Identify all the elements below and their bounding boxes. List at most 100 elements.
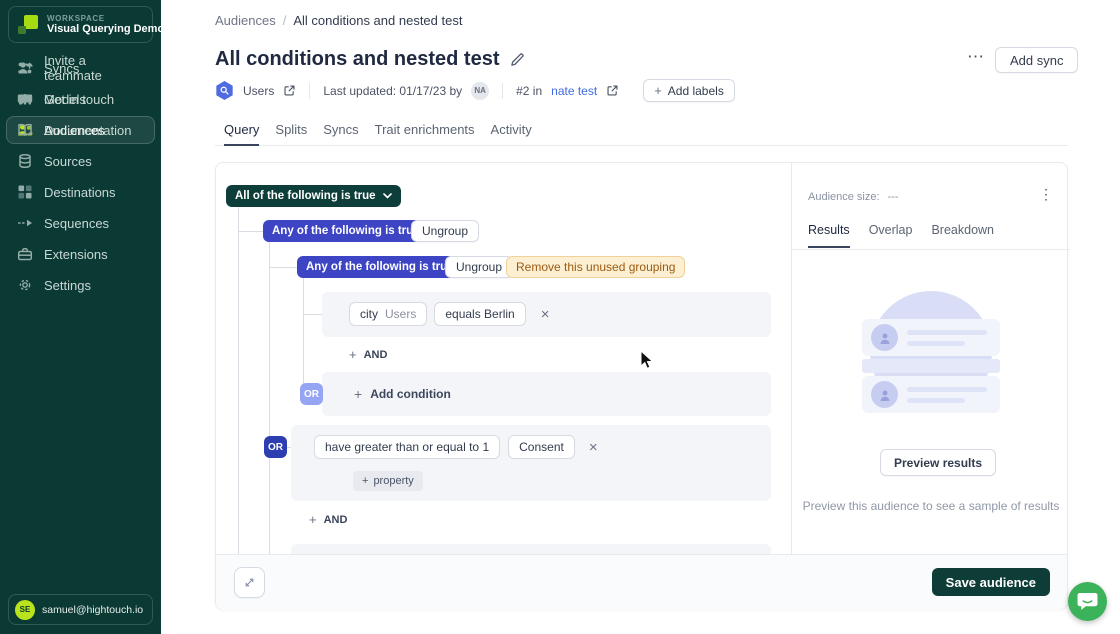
tree-line <box>303 278 304 394</box>
sidebar-item-label: Invite a teammate <box>44 53 144 83</box>
parent-model-name: Users <box>243 84 274 98</box>
sidebar-item-get-in-touch[interactable]: Get in touch <box>6 85 155 113</box>
panel-menu-button[interactable]: ⋮ <box>1039 187 1053 202</box>
user-email: samuel@hightouch.io <box>42 604 143 616</box>
add-sync-button[interactable]: Add sync <box>995 47 1078 73</box>
tree-line <box>303 314 322 315</box>
external-link-icon[interactable] <box>606 84 619 97</box>
or-badge: OR <box>264 436 287 458</box>
sidebar-item-label: Documentation <box>44 123 131 138</box>
tree-line <box>269 242 270 554</box>
audience-size-label: Audience size: <box>808 191 880 203</box>
add-labels-button[interactable]: + Add labels <box>643 79 735 102</box>
edit-pencil-icon[interactable] <box>510 52 525 67</box>
tree-line <box>238 206 239 554</box>
external-link-icon[interactable] <box>283 84 296 97</box>
user-account-menu[interactable]: SE samuel@hightouch.io <box>8 594 153 625</box>
breadcrumb-audiences-link[interactable]: Audiences <box>215 13 276 28</box>
tab-activity[interactable]: Activity <box>491 122 532 145</box>
folder-link[interactable]: nate test <box>551 84 597 98</box>
save-audience-button[interactable]: Save audience <box>932 568 1050 596</box>
query-card: All of the following is true Any of the … <box>215 162 1068 610</box>
sidebar: WORKSPACE Visual Querying Demo Syncs Mod… <box>0 0 161 634</box>
updater-avatar: NA <box>471 82 489 100</box>
breadcrumb: Audiences / All conditions and nested te… <box>215 13 462 28</box>
illustration-user-card <box>862 319 1000 356</box>
remove-condition-icon[interactable]: × <box>589 440 598 455</box>
priority-position-text: #2 in <box>516 84 542 98</box>
last-updated-text: Last updated: 01/17/23 by <box>323 84 462 98</box>
sidebar-footer-nav: Invite a teammate Get in touch Documenta… <box>0 51 161 590</box>
tab-splits[interactable]: Splits <box>275 122 307 145</box>
workspace-switcher[interactable]: WORKSPACE Visual Querying Demo <box>8 6 153 43</box>
add-and-condition-button[interactable]: + AND <box>309 512 347 527</box>
sidebar-item-invite-teammate[interactable]: Invite a teammate <box>6 54 155 82</box>
audience-tabs: Query Splits Syncs Trait enrichments Act… <box>215 122 1068 146</box>
model-query-badge-icon <box>215 81 234 100</box>
hightouch-logo-icon <box>17 14 39 36</box>
workspace-name: Visual Querying Demo <box>47 23 164 36</box>
root-group-operator-dropdown[interactable]: All of the following is true <box>226 185 401 207</box>
person-icon <box>871 324 898 351</box>
plus-icon: + <box>349 347 357 362</box>
condition-operator-pill[interactable]: have greater than or equal to 1 <box>314 435 500 459</box>
expand-editor-button[interactable] <box>234 567 265 598</box>
condition-operator-pill[interactable]: equals Berlin <box>434 302 525 326</box>
illustration-band <box>862 359 1000 373</box>
main-content: Audiences / All conditions and nested te… <box>161 0 1120 634</box>
workspace-label: WORKSPACE <box>47 14 164 23</box>
remove-condition-icon[interactable]: × <box>541 307 550 322</box>
invite-teammate-icon <box>17 60 33 76</box>
tab-syncs[interactable]: Syncs <box>323 122 358 145</box>
condition-row-clipped <box>291 544 771 554</box>
ungroup-button[interactable]: Ungroup <box>411 220 479 242</box>
divider <box>502 83 503 99</box>
chevron-down-icon <box>383 193 392 199</box>
tree-line <box>269 267 297 268</box>
divider <box>309 83 310 99</box>
or-badge: OR <box>300 383 323 405</box>
plus-icon: + <box>362 475 368 487</box>
sidebar-item-label: Get in touch <box>44 92 114 107</box>
illustration-user-card <box>862 376 1000 413</box>
results-tabs: Results Overlap Breakdown <box>808 223 994 248</box>
plus-icon: + <box>354 386 362 402</box>
tab-query[interactable]: Query <box>224 122 259 146</box>
tab-results[interactable]: Results <box>808 223 850 248</box>
chat-bubble-icon <box>1077 592 1098 611</box>
tab-trait-enrichments[interactable]: Trait enrichments <box>375 122 475 145</box>
intercom-chat-launcher[interactable] <box>1068 582 1107 621</box>
audience-meta: Users Last updated: 01/17/23 by NA #2 in… <box>215 80 735 101</box>
results-panel: Audience size: --- ⋮ Results Overlap Bre… <box>791 163 1069 554</box>
tree-line <box>238 231 263 232</box>
breadcrumb-separator: / <box>283 13 287 28</box>
query-builder: All of the following is true Any of the … <box>216 163 791 554</box>
breadcrumb-current: All conditions and nested test <box>293 13 462 28</box>
chat-icon <box>17 91 33 107</box>
plus-icon: + <box>654 83 662 98</box>
add-property-chip[interactable]: + property <box>353 471 423 491</box>
condition-event-pill[interactable]: Consent <box>508 435 575 459</box>
person-icon <box>871 381 898 408</box>
condition-row: city Users equals Berlin × <box>322 292 771 337</box>
preview-caption: Preview this audience to see a sample of… <box>792 499 1070 513</box>
more-actions-button[interactable]: ⋯ <box>967 47 985 67</box>
documentation-book-icon <box>17 122 33 138</box>
query-card-footer: Save audience <box>216 554 1067 610</box>
ungroup-button[interactable]: Ungroup <box>445 256 513 278</box>
condition-field-pill[interactable]: city Users <box>349 302 427 326</box>
plus-icon: + <box>309 512 317 527</box>
sidebar-item-documentation[interactable]: Documentation <box>6 116 155 144</box>
tab-overlap[interactable]: Overlap <box>869 223 913 248</box>
page-title: All conditions and nested test <box>215 48 499 71</box>
remove-unused-grouping-notice[interactable]: Remove this unused grouping <box>506 256 685 278</box>
divider <box>792 249 1070 250</box>
preview-results-button[interactable]: Preview results <box>880 449 996 476</box>
tab-breakdown[interactable]: Breakdown <box>931 223 994 248</box>
expand-icon <box>243 576 256 589</box>
user-avatar: SE <box>15 600 35 620</box>
add-condition-row[interactable]: + Add condition <box>322 372 771 416</box>
audience-size-value: --- <box>888 191 899 203</box>
condition-row: have greater than or equal to 1 Consent … <box>291 425 771 501</box>
add-and-condition-button[interactable]: + AND <box>349 347 387 362</box>
